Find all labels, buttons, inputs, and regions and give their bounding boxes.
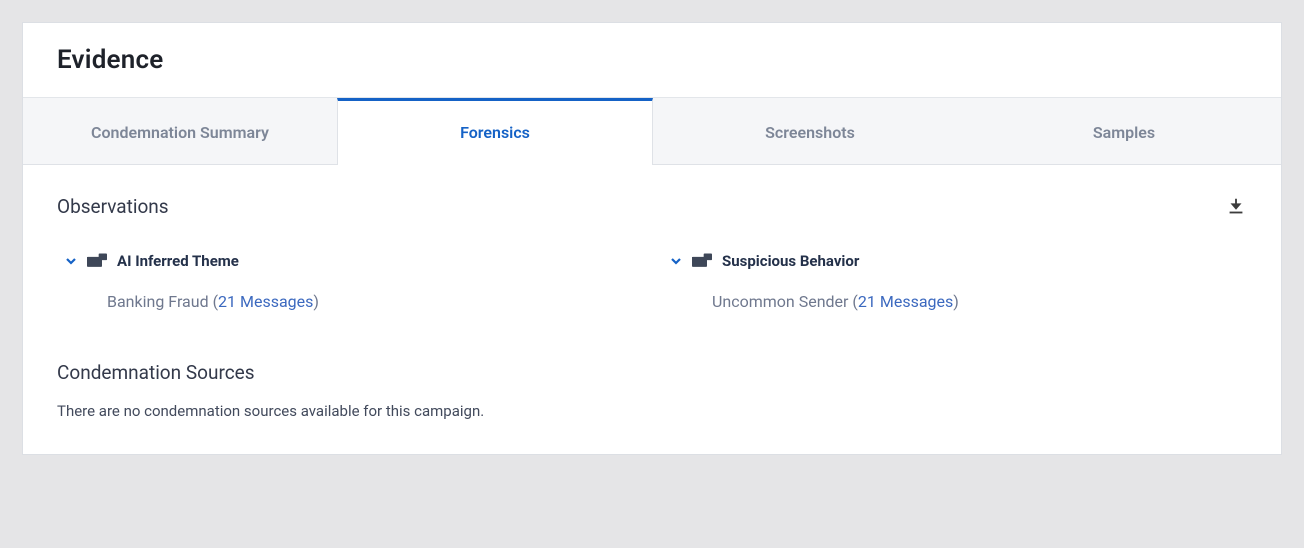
- chevron-down-icon[interactable]: [65, 255, 77, 267]
- observation-item-count-close: ): [953, 292, 959, 311]
- download-icon: [1225, 196, 1247, 218]
- category-icon: [692, 253, 712, 269]
- condemnation-sources-empty-text: There are no condemnation sources availa…: [57, 402, 1247, 420]
- observation-item[interactable]: Uncommon Sender (21 Messages): [662, 292, 1247, 311]
- page-title: Evidence: [57, 45, 1247, 75]
- observations-grid: AI Inferred Theme Banking Fraud (21 Mess…: [57, 252, 1247, 311]
- tab-forensics[interactable]: Forensics: [337, 98, 653, 165]
- chevron-down-icon[interactable]: [670, 255, 682, 267]
- tab-screenshots[interactable]: Screenshots: [653, 98, 967, 164]
- observation-category-label: Suspicious Behavior: [722, 252, 859, 270]
- observation-category-ai-inferred-theme: AI Inferred Theme Banking Fraud (21 Mess…: [57, 252, 642, 311]
- download-button[interactable]: [1225, 196, 1247, 218]
- observations-header: Observations: [57, 195, 1247, 218]
- tabs: Condemnation Summary Forensics Screensho…: [23, 97, 1281, 165]
- card-header: Evidence: [23, 23, 1281, 97]
- tab-condemnation-summary[interactable]: Condemnation Summary: [23, 98, 337, 164]
- category-icon: [87, 253, 107, 269]
- observation-category-heading[interactable]: AI Inferred Theme: [57, 252, 642, 270]
- observation-category-heading[interactable]: Suspicious Behavior: [662, 252, 1247, 270]
- observation-item-count: 21 Messages: [858, 292, 953, 311]
- observation-item-count: 21 Messages: [218, 292, 313, 311]
- condemnation-sources-title: Condemnation Sources: [57, 361, 1247, 384]
- observation-item-label: Uncommon Sender: [712, 292, 848, 311]
- observations-title: Observations: [57, 195, 169, 218]
- card-body: Observations: [23, 165, 1281, 454]
- observation-item[interactable]: Banking Fraud (21 Messages): [57, 292, 642, 311]
- observation-item-count-close: ): [313, 292, 319, 311]
- tab-samples[interactable]: Samples: [967, 98, 1281, 164]
- evidence-card: Evidence Condemnation Summary Forensics …: [22, 22, 1282, 455]
- observation-category-suspicious-behavior: Suspicious Behavior Uncommon Sender (21 …: [662, 252, 1247, 311]
- observation-item-label: Banking Fraud: [107, 292, 209, 311]
- observation-category-label: AI Inferred Theme: [117, 252, 239, 270]
